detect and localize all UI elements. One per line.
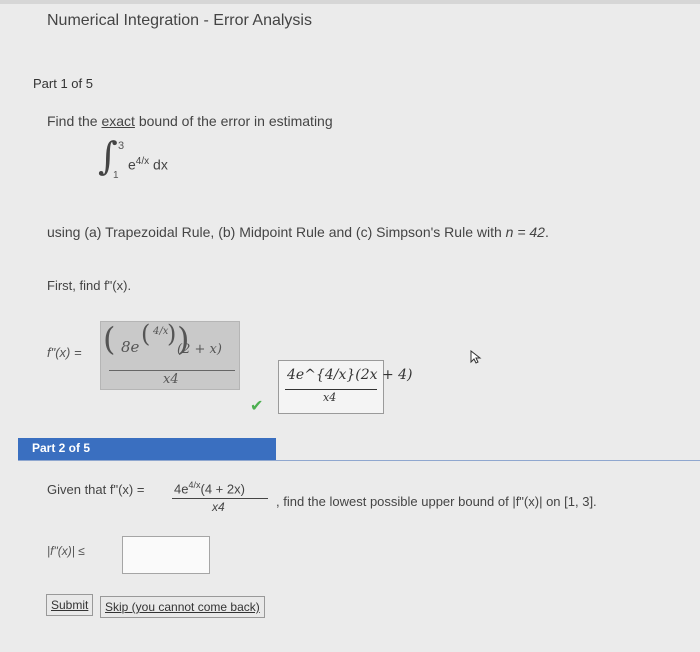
given-suffix: , find the lowest possible upper bound o… — [276, 494, 597, 509]
method-text: using (a) Trapezoidal Rule, (b) Midpoint… — [47, 224, 549, 240]
student-answer-box[interactable]: ( 8e ( 4/x ) ) (2 + x) x4 — [100, 320, 240, 390]
part2-label: Part 2 of 5 — [32, 441, 91, 455]
bound-label: |f"(x)| ≤ — [47, 544, 85, 558]
given-prefix: Given that f"(x) = — [47, 482, 145, 497]
integral-lower-limit: 1 — [113, 170, 119, 181]
part2-header: Part 2 of 5 — [18, 438, 276, 460]
bound-input[interactable] — [122, 536, 210, 574]
mouse-cursor-icon — [470, 350, 482, 364]
inner-right-paren: ) — [167, 320, 177, 348]
correct-numerator: 4e^{4/x}(2x + 4) — [287, 367, 413, 383]
integral-upper-limit: 3 — [118, 140, 125, 152]
answer-tail: (2 + x) — [177, 342, 222, 357]
given-numerator: 4e4/x(4 + 2x) — [174, 480, 245, 497]
given-denominator: x4 — [212, 500, 225, 514]
correct-denominator: x4 — [323, 391, 337, 404]
prompt-exact: exact — [101, 113, 135, 129]
prompt-before: Find the — [47, 113, 102, 129]
integrand: e4/x dx — [128, 156, 168, 173]
answer-denominator: x4 — [163, 372, 179, 387]
part1-label: Part 1 of 5 — [33, 76, 93, 91]
given-fraction: 4e4/x(4 + 2x) x4 — [168, 478, 268, 518]
part1-prompt: Find the exact bound of the error in est… — [47, 113, 333, 129]
part2-divider — [18, 460, 700, 461]
left-paren: ( — [103, 320, 116, 358]
checkmark-icon: ✔ — [250, 398, 264, 415]
page-title: Numerical Integration - Error Analysis — [47, 12, 312, 29]
inner-left-paren: ( — [141, 320, 151, 348]
prompt-after: bound of the error in estimating — [134, 113, 333, 129]
fpp-label: f"(x) = — [47, 345, 82, 360]
first-find-text: First, find f"(x). — [47, 278, 132, 293]
answer-fraction-line — [109, 370, 235, 371]
answer-coeff: 8e — [121, 338, 140, 356]
top-border — [0, 0, 700, 4]
correct-answer-box: 4e^{4/x}(2x + 4) x4 — [278, 360, 413, 414]
correct-fraction-line — [285, 389, 377, 390]
skip-button[interactable]: Skip (you cannot come back) — [100, 596, 265, 618]
n-value: n = 42 — [505, 224, 545, 240]
integral-expression: ∫ 3 1 e4/x dx — [98, 134, 208, 188]
given-fraction-line — [172, 498, 268, 499]
submit-button[interactable]: Submit — [46, 594, 94, 616]
